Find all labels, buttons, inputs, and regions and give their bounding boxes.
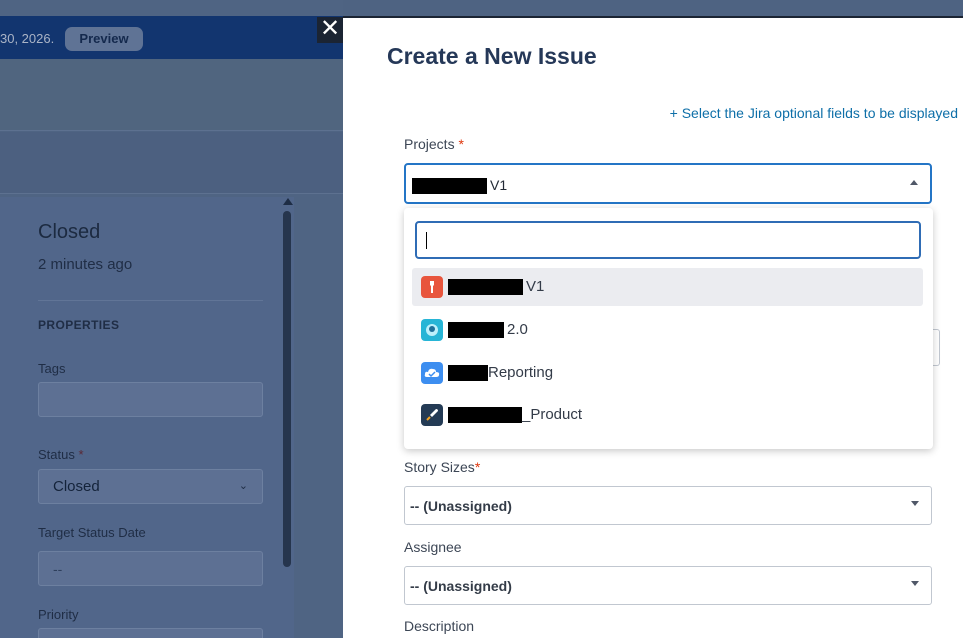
robot-icon	[421, 319, 443, 341]
status-select[interactable]: Closed ⌄	[38, 469, 263, 504]
top-strip	[0, 0, 343, 16]
cloud-icon	[421, 362, 443, 384]
redacted-text	[448, 279, 523, 296]
projects-selected-value: V1	[412, 177, 507, 195]
banner-text: 30, 2026.	[0, 31, 55, 46]
projects-search-input[interactable]	[415, 221, 921, 259]
priority-label: Priority	[38, 607, 79, 622]
preview-button[interactable]: Preview	[65, 27, 143, 51]
hidden-field-edge	[932, 329, 940, 366]
header-band	[0, 59, 343, 131]
assignee-value: -- (Unassigned)	[410, 578, 512, 594]
status-label: Status *	[38, 447, 84, 462]
target-status-date-label: Target Status Date	[38, 525, 146, 540]
tags-label: Tags	[38, 361, 66, 376]
rocket-icon	[421, 404, 443, 426]
redacted-text	[412, 178, 487, 195]
modal-title: Create a New Issue	[387, 43, 597, 69]
chevron-down-icon: ⌄	[238, 480, 248, 492]
text-cursor	[426, 232, 427, 249]
caret-up-icon	[910, 180, 918, 185]
project-option-label: _Product	[448, 406, 582, 424]
panel-scrollbar[interactable]	[283, 211, 291, 567]
story-sizes-select[interactable]: -- (Unassigned)	[404, 486, 932, 525]
caret-down-icon	[911, 501, 919, 506]
projects-select[interactable]: V1	[404, 163, 932, 204]
status-select-value: Closed	[53, 478, 100, 495]
close-modal-button[interactable]: ✕	[317, 17, 343, 43]
assignee-label: Assignee	[404, 539, 462, 555]
project-option[interactable]: Reporting	[412, 354, 923, 392]
priority-select[interactable]	[38, 628, 263, 638]
panel-divider	[38, 300, 263, 301]
toolbar-band	[0, 132, 343, 194]
project-option[interactable]: _Product	[412, 396, 923, 434]
story-sizes-label: Story Sizes*	[404, 459, 481, 475]
panel-status-title: Closed	[38, 221, 101, 243]
properties-heading: PROPERTIES	[38, 318, 120, 332]
scroll-up-arrow-icon[interactable]	[283, 198, 293, 205]
story-sizes-value: -- (Unassigned)	[410, 498, 512, 514]
panel-timestamp: 2 minutes ago	[38, 256, 133, 273]
background-app: 30, 2026. Preview Closed 2 minutes ago P…	[0, 0, 343, 638]
project-option[interactable]: V1	[412, 268, 923, 306]
project-option-label: V1	[448, 278, 544, 296]
optional-fields-link[interactable]: + Select the Jira optional fields to be …	[670, 105, 958, 121]
redacted-text	[448, 407, 522, 424]
close-icon: ✕	[319, 15, 341, 42]
caret-down-icon	[911, 581, 919, 586]
description-label: Description	[404, 618, 475, 634]
projects-dropdown: V1 2.0 Reporting _Product	[404, 208, 933, 449]
tags-input[interactable]	[38, 382, 263, 417]
notice-banner: 30, 2026. Preview	[0, 16, 343, 59]
projects-label: Projects *	[404, 136, 464, 152]
target-status-date-value: --	[53, 561, 63, 577]
wrench-icon	[421, 276, 443, 298]
redacted-text	[448, 322, 504, 339]
target-status-date-input[interactable]: --	[38, 551, 263, 586]
redacted-text	[448, 365, 488, 382]
project-option[interactable]: 2.0	[412, 311, 923, 349]
create-issue-modal: Create a New Issue + Select the Jira opt…	[343, 16, 963, 638]
assignee-select[interactable]: -- (Unassigned)	[404, 566, 932, 605]
project-option-label: Reporting	[448, 364, 553, 382]
project-option-label: 2.0	[448, 321, 528, 339]
